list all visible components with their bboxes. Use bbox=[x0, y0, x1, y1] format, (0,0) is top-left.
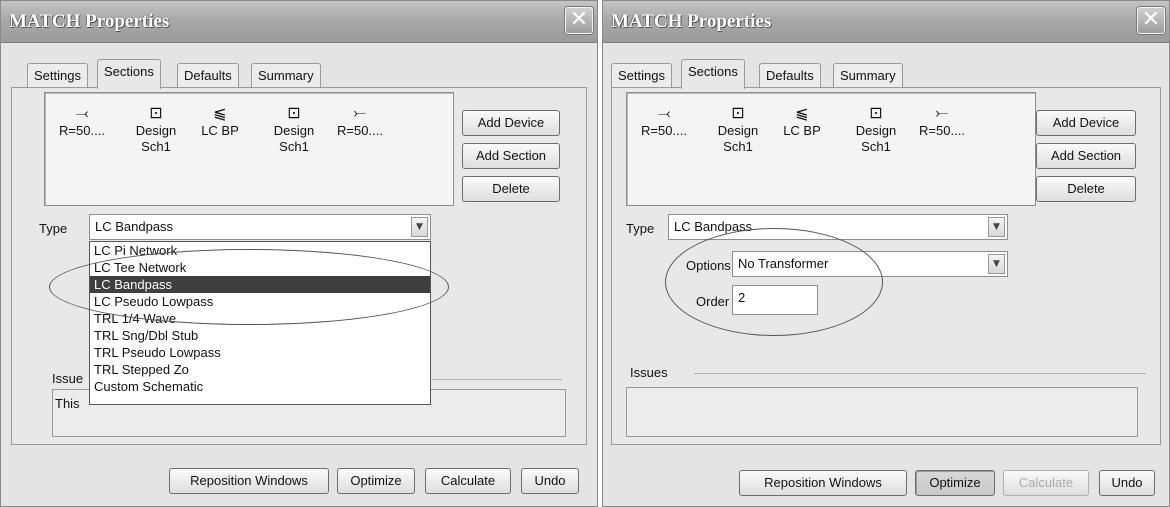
section-item[interactable]: ⫹ LC BP bbox=[195, 103, 245, 139]
window-title: MATCH Properties bbox=[9, 11, 170, 32]
undo-button[interactable]: Undo bbox=[1099, 470, 1155, 496]
add-device-button[interactable]: Add Device bbox=[462, 110, 560, 136]
design-block-icon: ⊡ bbox=[731, 103, 745, 122]
section-sublabel: Sch1 bbox=[861, 139, 891, 154]
tab-sections[interactable]: Sections bbox=[97, 59, 161, 89]
add-section-button[interactable]: Add Section bbox=[1036, 143, 1136, 169]
optimize-button[interactable]: Optimize bbox=[915, 470, 995, 496]
delete-button[interactable]: Delete bbox=[1036, 176, 1136, 202]
dropdown-option[interactable]: TRL Pseudo Lowpass bbox=[90, 344, 430, 361]
section-sublabel: Sch1 bbox=[723, 139, 753, 154]
calculate-button[interactable]: Calculate bbox=[425, 468, 511, 494]
issues-text: This bbox=[55, 396, 80, 411]
section-label: R=50.... bbox=[641, 123, 687, 138]
section-item[interactable]: ⊡ Design Sch1 bbox=[849, 103, 903, 155]
section-label: R=50.... bbox=[919, 123, 965, 138]
type-select[interactable]: LC Bandpass ▼ bbox=[89, 214, 431, 240]
load-port-icon: ⤚ bbox=[935, 103, 949, 122]
reposition-windows-button[interactable]: Reposition Windows bbox=[739, 470, 907, 496]
sections-list[interactable]: ⤙ R=50.... ⊡ Design Sch1 ⫹ LC BP ⊡ Desig… bbox=[44, 92, 454, 206]
load-port-icon: ⤚ bbox=[353, 103, 367, 122]
dropdown-option[interactable]: TRL Sng/Dbl Stub bbox=[90, 327, 430, 344]
design-block-icon: ⊡ bbox=[149, 103, 163, 122]
issues-divider bbox=[432, 379, 562, 380]
section-item[interactable]: ⫹ LC BP bbox=[777, 103, 827, 139]
source-port-icon: ⤙ bbox=[75, 103, 89, 122]
chevron-down-icon[interactable]: ▼ bbox=[988, 217, 1005, 237]
sections-list[interactable]: ⤙ R=50.... ⊡ Design Sch1 ⫹ LC BP ⊡ Desig… bbox=[626, 92, 1036, 206]
section-sublabel: Sch1 bbox=[141, 139, 171, 154]
reposition-windows-button[interactable]: Reposition Windows bbox=[169, 468, 329, 494]
type-label: Type bbox=[626, 221, 655, 236]
section-item[interactable]: ⊡ Design Sch1 bbox=[129, 103, 183, 155]
section-label: R=50.... bbox=[337, 123, 383, 138]
dropdown-option[interactable]: Custom Schematic bbox=[90, 378, 430, 395]
tab-defaults[interactable]: Defaults bbox=[177, 63, 239, 89]
section-item[interactable]: ⤚ R=50.... bbox=[911, 103, 973, 139]
title-bar[interactable]: MATCH Properties ✕ bbox=[1, 1, 597, 43]
section-label: LC BP bbox=[201, 123, 239, 138]
design-block-icon: ⊡ bbox=[287, 103, 301, 122]
section-label: R=50.... bbox=[59, 123, 105, 138]
delete-button[interactable]: Delete bbox=[462, 176, 560, 202]
dropdown-option[interactable]: TRL Stepped Zo bbox=[90, 361, 430, 378]
section-label: Design bbox=[273, 123, 315, 138]
issues-label: Issues bbox=[630, 365, 668, 380]
type-label: Type bbox=[39, 221, 68, 236]
match-properties-window-right: MATCH Properties ✕ Settings Sections Def… bbox=[602, 0, 1170, 507]
add-section-button[interactable]: Add Section bbox=[462, 143, 560, 169]
section-sublabel: Sch1 bbox=[279, 139, 309, 154]
section-item[interactable]: ⊡ Design Sch1 bbox=[711, 103, 765, 155]
undo-button[interactable]: Undo bbox=[521, 468, 579, 494]
window-title: MATCH Properties bbox=[611, 11, 772, 32]
tab-settings[interactable]: Settings bbox=[611, 63, 672, 89]
section-label: Design bbox=[717, 123, 759, 138]
lc-bandpass-icon: ⫹ bbox=[795, 103, 809, 122]
tab-sections[interactable]: Sections bbox=[681, 59, 745, 89]
section-item[interactable]: ⤙ R=50.... bbox=[637, 103, 691, 139]
title-bar[interactable]: MATCH Properties ✕ bbox=[603, 1, 1169, 43]
tab-settings[interactable]: Settings bbox=[27, 63, 88, 89]
type-select-value: LC Bandpass bbox=[95, 219, 174, 234]
issues-label: Issue bbox=[52, 371, 84, 386]
close-icon[interactable]: ✕ bbox=[1137, 7, 1165, 34]
chevron-down-icon[interactable]: ▼ bbox=[411, 217, 428, 237]
add-device-button[interactable]: Add Device bbox=[1036, 110, 1136, 136]
section-item[interactable]: ⤙ R=50.... bbox=[55, 103, 109, 139]
design-block-icon: ⊡ bbox=[869, 103, 883, 122]
section-label: LC BP bbox=[783, 123, 821, 138]
section-item[interactable]: ⤚ R=50.... bbox=[329, 103, 391, 139]
lc-bandpass-icon: ⫹ bbox=[213, 103, 227, 122]
tab-summary[interactable]: Summary bbox=[833, 63, 903, 89]
issues-box bbox=[626, 387, 1138, 437]
optimize-button[interactable]: Optimize bbox=[337, 468, 415, 494]
section-item[interactable]: ⊡ Design Sch1 bbox=[267, 103, 321, 155]
tab-defaults[interactable]: Defaults bbox=[759, 63, 821, 89]
highlight-ellipse bbox=[665, 228, 883, 336]
section-label: Design bbox=[135, 123, 177, 138]
match-properties-window-left: MATCH Properties ✕ Settings Sections Def… bbox=[0, 0, 598, 507]
chevron-down-icon[interactable]: ▼ bbox=[988, 254, 1005, 274]
calculate-button[interactable]: Calculate bbox=[1003, 470, 1089, 496]
section-label: Design bbox=[855, 123, 897, 138]
tab-summary[interactable]: Summary bbox=[251, 63, 321, 89]
issues-divider bbox=[694, 373, 1146, 374]
source-port-icon: ⤙ bbox=[657, 103, 671, 122]
highlight-ellipse bbox=[49, 249, 449, 325]
close-icon[interactable]: ✕ bbox=[565, 7, 593, 34]
